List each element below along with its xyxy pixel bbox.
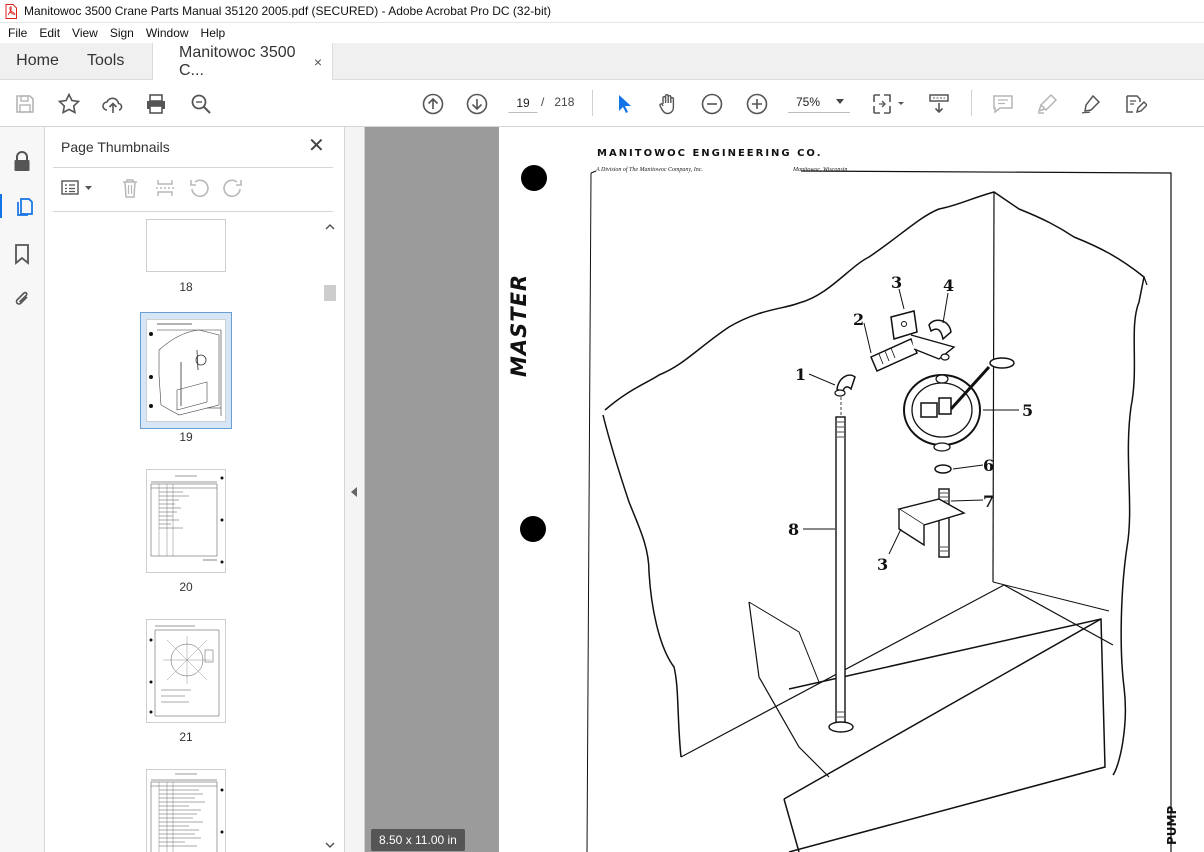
callout-1: 1 xyxy=(795,365,806,384)
thumbnail-label: 21 xyxy=(179,730,193,744)
tab-close-icon[interactable]: × xyxy=(314,54,322,70)
zoom-select[interactable]: 75% xyxy=(788,91,850,113)
thumbnail-page-18[interactable] xyxy=(146,219,226,272)
title-bar: Manitowoc 3500 Crane Parts Manual 35120 … xyxy=(0,0,1204,23)
chevron-down-icon xyxy=(836,99,844,104)
page-count: / 218 xyxy=(541,95,574,109)
thumbnail-label: 20 xyxy=(179,580,193,594)
callout-8: 8 xyxy=(788,520,799,539)
callout-6: 6 xyxy=(983,456,994,475)
callout-7: 7 xyxy=(983,492,994,511)
thumbnail-page-19[interactable] xyxy=(146,319,226,422)
parts-diagram: 1 2 3 4 5 6 7 8 3 xyxy=(520,165,1172,852)
thumbnail-page-20[interactable] xyxy=(146,469,226,573)
scroll-mode-icon[interactable] xyxy=(926,91,952,117)
scroll-thumb[interactable] xyxy=(324,285,336,301)
scroll-up-icon[interactable] xyxy=(325,223,335,231)
panel-divider xyxy=(53,211,333,212)
tab-home[interactable]: Home xyxy=(0,43,75,79)
binder-hole xyxy=(520,516,546,542)
callout-4: 4 xyxy=(943,276,954,295)
toolbar-divider xyxy=(592,90,593,116)
thumbnail-page-22[interactable] xyxy=(146,769,226,852)
zoom-in-icon[interactable] xyxy=(744,91,770,117)
toolbar-divider xyxy=(971,90,972,116)
tab-tools[interactable]: Tools xyxy=(75,43,137,79)
panel-close-icon[interactable]: ✕ xyxy=(308,136,325,156)
menu-window[interactable]: Window xyxy=(140,26,195,40)
select-cursor-icon[interactable] xyxy=(611,91,637,117)
thumbnail-options-icon[interactable] xyxy=(60,176,94,200)
menu-file[interactable]: File xyxy=(2,26,33,40)
attachment-paperclip-icon[interactable] xyxy=(10,287,34,311)
callout-2: 2 xyxy=(853,310,864,329)
page-fit-icon[interactable] xyxy=(870,91,908,117)
scroll-down-icon[interactable] xyxy=(325,841,335,849)
tab-bar: Home Tools Manitowoc 3500 C... × xyxy=(0,43,1204,80)
callout-5: 5 xyxy=(1022,401,1033,420)
chevron-left-icon[interactable] xyxy=(351,487,357,497)
save-icon[interactable] xyxy=(12,91,38,117)
thumbnail-label: 19 xyxy=(179,430,193,444)
delete-page-icon[interactable] xyxy=(118,176,142,200)
window-title: Manitowoc 3500 Crane Parts Manual 35120 … xyxy=(24,4,551,18)
tab-document-label: Manitowoc 3500 C... xyxy=(179,43,296,79)
menu-sign[interactable]: Sign xyxy=(104,26,140,40)
total-pages: 218 xyxy=(554,95,575,109)
tab-document[interactable]: Manitowoc 3500 C... × xyxy=(152,43,333,80)
comment-icon[interactable] xyxy=(990,91,1016,117)
bookmark-icon[interactable] xyxy=(10,242,34,266)
navigation-rail xyxy=(0,127,45,852)
menu-edit[interactable]: Edit xyxy=(33,26,66,40)
bookmark-star-icon[interactable] xyxy=(56,91,82,117)
panel-collapse-strip[interactable] xyxy=(345,127,365,852)
draw-sign-icon[interactable] xyxy=(1078,91,1104,117)
page-thumbnails-panel: Page Thumbnails ✕ 18 19 20 21 xyxy=(45,127,345,852)
rotate-left-icon[interactable] xyxy=(187,176,211,200)
thumbnail-scrollbar[interactable] xyxy=(323,219,337,852)
thumbnail-label: 18 xyxy=(179,280,193,294)
page-separator: / xyxy=(541,95,545,109)
pdf-page: MANITOWOC ENGINEERING CO. A Division of … xyxy=(499,127,1204,852)
highlight-icon[interactable] xyxy=(1034,91,1060,117)
thumbnail-page-21[interactable] xyxy=(146,619,226,723)
zoom-value: 75% xyxy=(796,95,821,109)
menu-help[interactable]: Help xyxy=(195,26,232,40)
hand-tool-icon[interactable] xyxy=(655,91,681,117)
menu-bar: File Edit View Sign Window Help xyxy=(0,23,1204,43)
zoom-search-icon[interactable] xyxy=(188,91,214,117)
callout-3b: 3 xyxy=(877,555,888,574)
current-page-input[interactable]: 19 xyxy=(508,91,538,113)
page-thumbnails-icon[interactable] xyxy=(0,194,45,218)
binder-hole xyxy=(521,165,547,191)
extract-page-icon[interactable] xyxy=(153,176,177,200)
next-page-icon[interactable] xyxy=(464,91,490,117)
document-view[interactable]: MANITOWOC ENGINEERING CO. A Division of … xyxy=(365,127,1204,852)
previous-page-icon[interactable] xyxy=(420,91,446,117)
callout-3: 3 xyxy=(891,273,902,292)
print-icon[interactable] xyxy=(143,91,169,117)
fill-sign-icon[interactable] xyxy=(1122,91,1148,117)
panel-divider xyxy=(53,167,333,168)
rotate-right-icon[interactable] xyxy=(221,176,245,200)
cloud-upload-icon[interactable] xyxy=(100,91,126,117)
acrobat-pdf-icon xyxy=(4,3,18,19)
page-size-indicator: 8.50 x 11.00 in xyxy=(371,829,465,851)
lock-icon[interactable] xyxy=(10,149,34,173)
main-toolbar xyxy=(0,80,1204,127)
panel-title: Page Thumbnails xyxy=(61,139,170,155)
zoom-out-icon[interactable] xyxy=(699,91,725,117)
menu-view[interactable]: View xyxy=(66,26,104,40)
